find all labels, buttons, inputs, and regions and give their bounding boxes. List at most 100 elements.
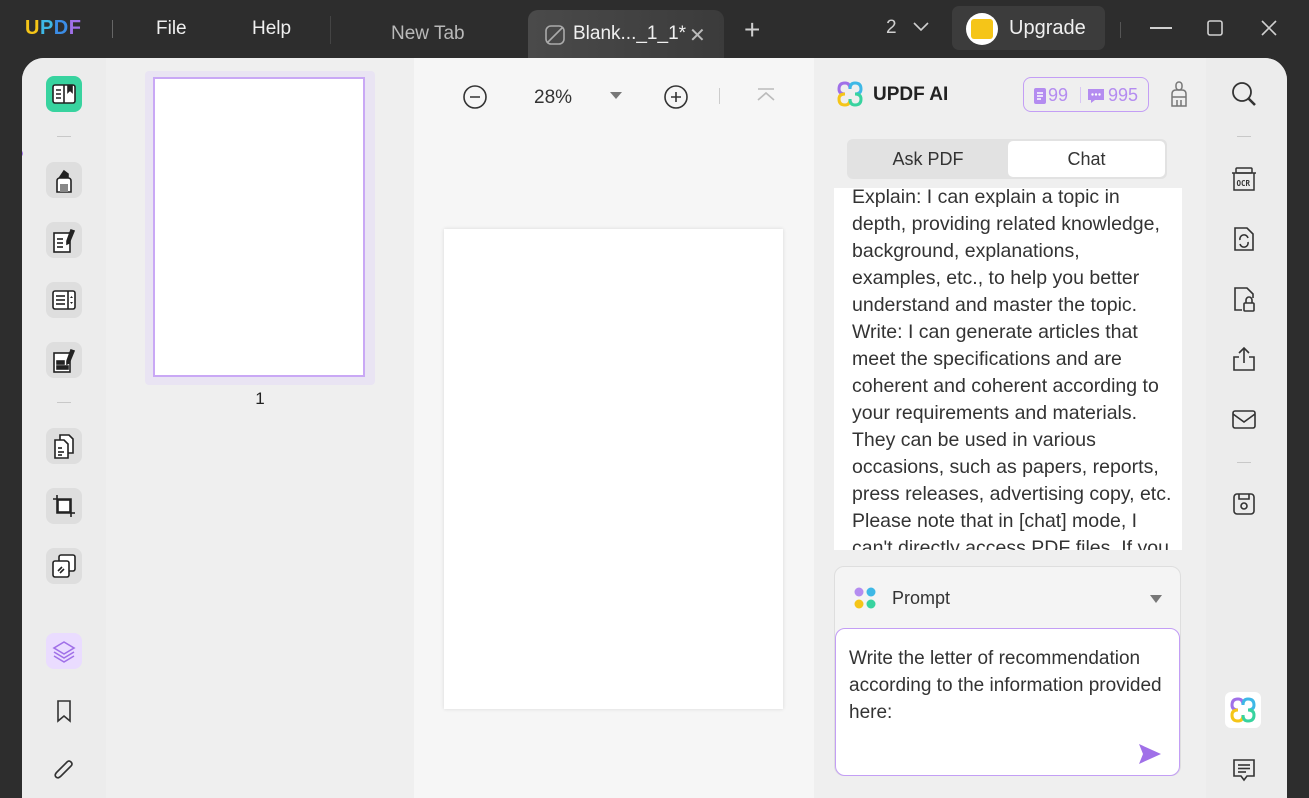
logo-letter: P — [39, 17, 54, 39]
zoom-out-button[interactable] — [462, 84, 488, 110]
share-button[interactable] — [1229, 344, 1259, 374]
updf-ai-button[interactable] — [1225, 692, 1261, 728]
send-icon[interactable] — [1138, 743, 1162, 765]
document-view: 28% — [414, 58, 814, 798]
upgrade-label: Upgrade — [1009, 17, 1086, 39]
divider — [112, 20, 113, 38]
divider — [57, 136, 71, 137]
search-icon — [1232, 82, 1256, 106]
chat-input[interactable] — [835, 628, 1180, 776]
organize-pages-button[interactable] — [46, 428, 82, 464]
tab-chat[interactable]: Chat — [1008, 141, 1165, 177]
form-field-icon — [52, 290, 76, 310]
window-count-dropdown[interactable]: 2 — [886, 17, 930, 39]
updf-logo: UPDF — [25, 17, 81, 40]
new-tab-button[interactable]: + — [744, 14, 760, 46]
redact-icon — [52, 554, 76, 578]
tab-new-tab[interactable]: New Tab — [391, 23, 465, 45]
convert-icon — [1234, 227, 1254, 251]
divider — [719, 88, 720, 104]
fill-sign-button[interactable] — [46, 342, 82, 378]
zoom-level[interactable]: 28% — [534, 87, 572, 109]
avatar — [966, 13, 998, 45]
title-bar: UPDF File Help New Tab Blank..._1_1* ✕ +… — [0, 0, 1309, 58]
share-icon — [1233, 346, 1255, 371]
upgrade-button[interactable]: Upgrade — [952, 6, 1105, 50]
form-button[interactable] — [46, 282, 82, 318]
zoom-toolbar: 28% — [414, 82, 814, 114]
left-toolbar — [22, 58, 106, 798]
chevron-down-icon — [913, 22, 929, 32]
logo-letter: D — [53, 17, 69, 39]
logo-letter: U — [25, 17, 40, 39]
divider — [57, 402, 71, 403]
search-button[interactable] — [1229, 79, 1259, 109]
email-icon — [1232, 410, 1256, 429]
layers-button[interactable] — [46, 633, 82, 669]
divider — [1237, 462, 1251, 463]
ai-panel: UPDF AI 99 995 Ask PDF Chat Explain: I c… — [814, 58, 1206, 798]
pdf-quota-count: 99 — [1048, 85, 1069, 105]
maximize-button[interactable] — [1207, 20, 1223, 36]
chat-quota: 995 — [1087, 85, 1138, 106]
minimize-button[interactable] — [1150, 27, 1172, 29]
reader-mode-button[interactable] — [46, 76, 82, 112]
bookmark-icon — [57, 700, 71, 723]
mode-switch: Ask PDF Chat — [847, 139, 1167, 179]
logo-letter: F — [68, 17, 82, 39]
menu-help[interactable]: Help — [252, 18, 291, 40]
close-tab-icon[interactable]: ✕ — [689, 23, 706, 48]
menu-file[interactable]: File — [156, 18, 187, 40]
book-icon — [52, 84, 76, 104]
page-thumbnail[interactable] — [145, 71, 375, 385]
clear-chat-icon[interactable] — [1168, 80, 1190, 108]
tab-ask-pdf[interactable]: Ask PDF — [849, 141, 1007, 177]
right-toolbar: OCR — [1206, 58, 1287, 798]
attachment-button[interactable] — [46, 753, 82, 789]
redact-button[interactable] — [46, 548, 82, 584]
ai-quota-badge[interactable]: 99 995 — [1023, 77, 1149, 112]
email-button[interactable] — [1229, 404, 1259, 434]
ocr-icon: OCR — [1232, 167, 1256, 191]
document-edited-icon — [545, 25, 565, 45]
go-to-top-button[interactable] — [753, 84, 779, 110]
divider — [1080, 87, 1081, 103]
pdf-page[interactable] — [444, 229, 783, 709]
save-button[interactable] — [1229, 489, 1259, 519]
crop-button[interactable] — [46, 488, 82, 524]
pages-icon — [54, 434, 74, 459]
thumbnail-image — [153, 77, 365, 377]
thumbnail-panel: 1 — [106, 58, 414, 798]
svg-text:OCR: OCR — [1237, 179, 1251, 188]
close-window-button[interactable] — [1261, 20, 1277, 36]
ocr-button[interactable]: OCR — [1229, 164, 1259, 194]
bookmark-button[interactable] — [46, 693, 82, 729]
chat-bubble-icon — [1088, 88, 1104, 103]
protect-button[interactable] — [1229, 284, 1259, 314]
window-count: 2 — [886, 17, 897, 38]
crop-icon — [53, 495, 75, 517]
paperclip-icon — [54, 760, 73, 779]
pdf-quota: 99 — [1034, 85, 1068, 106]
zoom-in-button[interactable] — [663, 84, 689, 110]
highlighter-icon — [56, 169, 72, 193]
prompt-dropdown-icon[interactable] — [1150, 595, 1162, 603]
comment-button[interactable] — [46, 162, 82, 198]
document-icon — [1034, 87, 1046, 104]
chat-history[interactable]: Explain: I can explain a topic in depth,… — [834, 188, 1182, 550]
lock-document-icon — [1234, 287, 1255, 312]
updf-ai-logo-icon — [837, 81, 863, 107]
edit-pdf-button[interactable] — [46, 222, 82, 258]
prompt-selector-label[interactable]: Prompt — [892, 588, 950, 609]
comment-list-icon — [1233, 759, 1255, 782]
prompt-composer: Prompt — [834, 566, 1181, 776]
chat-quota-count: 995 — [1108, 85, 1139, 105]
app-frame: 1 28% UPDF AI 99 995 Ask PDF Chat Explai… — [22, 58, 1287, 798]
edit-document-icon — [53, 228, 76, 253]
divider — [1237, 136, 1251, 137]
tab-document[interactable]: Blank..._1_1* ✕ — [528, 10, 724, 58]
comments-list-button[interactable] — [1229, 755, 1259, 785]
convert-button[interactable] — [1229, 224, 1259, 254]
updf-ai-icon — [1230, 697, 1256, 723]
zoom-dropdown-icon[interactable] — [610, 92, 622, 99]
